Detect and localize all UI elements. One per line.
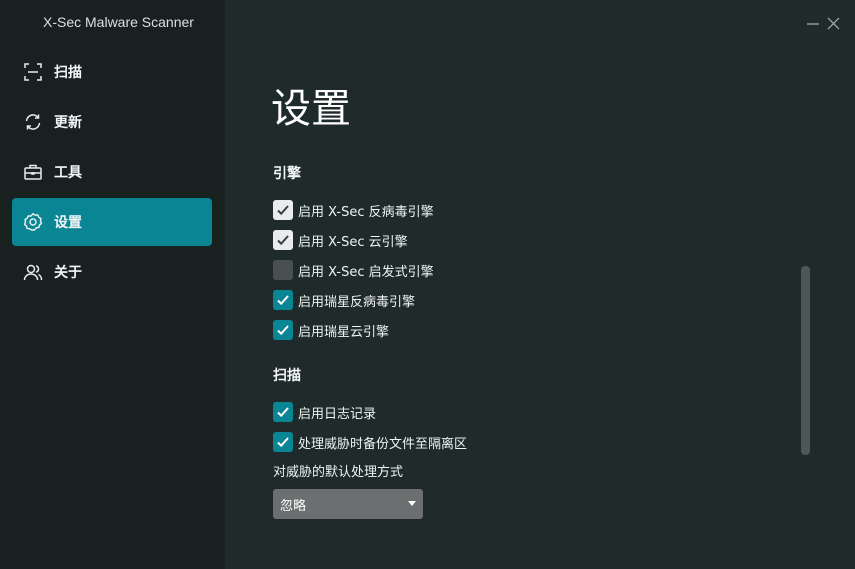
scan-section-title: 扫描 [273, 368, 301, 384]
users-icon [22, 261, 44, 283]
check-icon [277, 295, 289, 306]
refresh-icon [22, 111, 44, 133]
checkbox-rising-cloud[interactable]: 启用瑞星云引擎 [273, 320, 389, 340]
checkbox-label: 启用瑞星云引擎 [298, 324, 390, 340]
select-value: 忽略 [280, 498, 307, 514]
checkbox-label: 启用 X-Sec 云引擎 [298, 234, 408, 250]
checkbox-enable-logging[interactable]: 启用日志记录 [273, 402, 376, 422]
check-icon [277, 235, 289, 246]
checkbox-box[interactable] [273, 230, 293, 250]
sidebar-item-settings[interactable]: 设置 [12, 198, 212, 246]
minimize-icon[interactable] [804, 14, 822, 32]
close-icon[interactable] [825, 14, 843, 32]
scrollbar-thumb[interactable] [801, 266, 810, 455]
checkbox-box[interactable] [273, 260, 293, 280]
toolbox-icon [22, 161, 44, 183]
default-action-label: 对威胁的默认处理方式 [273, 465, 404, 480]
checkbox-xsec-antivirus[interactable]: 启用 X-Sec 反病毒引擎 [273, 200, 434, 220]
check-icon [277, 407, 289, 418]
sidebar: X-Sec Malware Scanner 扫描 更新 工具 设置 关于 [0, 0, 225, 569]
app-title: X-Sec Malware Scanner [43, 14, 194, 30]
checkbox-rising-antivirus[interactable]: 启用瑞星反病毒引擎 [273, 290, 415, 310]
checkbox-label: 启用日志记录 [298, 406, 377, 422]
default-action-select[interactable]: 忽略 [273, 489, 423, 519]
gear-icon [22, 211, 44, 233]
sidebar-item-label: 扫描 [54, 65, 82, 81]
checkbox-xsec-cloud[interactable]: 启用 X-Sec 云引擎 [273, 230, 408, 250]
checkbox-label: 启用 X-Sec 启发式引擎 [298, 264, 434, 280]
checkbox-box[interactable] [273, 402, 293, 422]
sidebar-item-tools[interactable]: 工具 [12, 148, 212, 196]
scan-icon [22, 61, 44, 83]
page-title: 设置 [271, 86, 351, 132]
checkbox-box[interactable] [273, 290, 293, 310]
checkbox-label: 启用 X-Sec 反病毒引擎 [298, 204, 434, 220]
checkbox-box[interactable] [273, 320, 293, 340]
checkbox-backup-quarantine[interactable]: 处理威胁时备份文件至隔离区 [273, 432, 467, 452]
sidebar-item-label: 设置 [54, 215, 82, 231]
checkbox-box[interactable] [273, 432, 293, 452]
checkbox-label: 处理威胁时备份文件至隔离区 [298, 436, 468, 452]
engine-section-title: 引擎 [273, 166, 301, 182]
sidebar-item-update[interactable]: 更新 [12, 98, 212, 146]
checkbox-box[interactable] [273, 200, 293, 220]
chevron-down-icon [408, 501, 416, 506]
sidebar-item-label: 工具 [54, 165, 82, 181]
checkbox-xsec-heuristic[interactable]: 启用 X-Sec 启发式引擎 [273, 260, 434, 280]
check-icon [277, 325, 289, 336]
sidebar-item-label: 更新 [54, 115, 82, 131]
check-icon [277, 437, 289, 448]
sidebar-item-label: 关于 [54, 265, 82, 281]
check-icon [277, 205, 289, 216]
checkbox-label: 启用瑞星反病毒引擎 [298, 294, 416, 310]
sidebar-item-scan[interactable]: 扫描 [12, 48, 212, 96]
sidebar-item-about[interactable]: 关于 [12, 248, 212, 296]
